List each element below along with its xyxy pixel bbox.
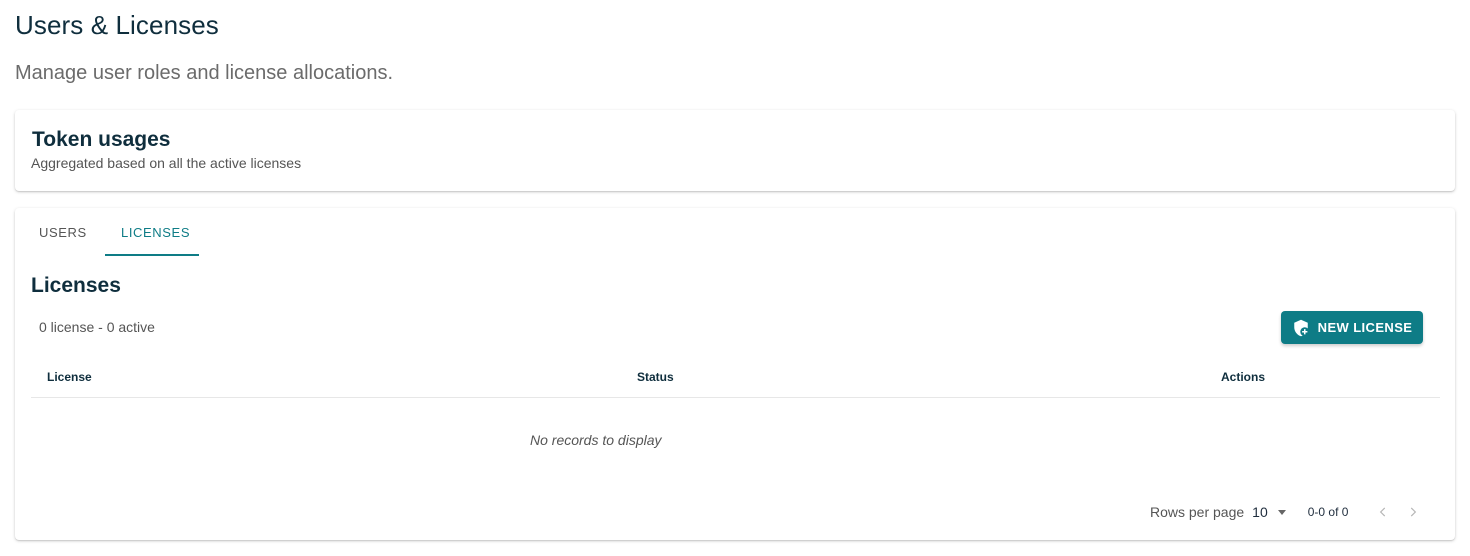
rows-per-page-label: Rows per page (1150, 504, 1245, 520)
column-header-actions: Actions (1221, 370, 1266, 384)
licenses-card: USERS LICENSES Licenses 0 license - 0 ac… (15, 208, 1455, 540)
token-usages-card: Token usages Aggregated based on all the… (15, 110, 1455, 191)
pagination: Rows per page 10 0-0 of 0 (1150, 502, 1432, 522)
tab-bar: USERS LICENSES (15, 208, 199, 256)
new-license-label: NEW LICENSE (1317, 320, 1413, 335)
rows-per-page-value: 10 (1252, 504, 1268, 520)
previous-page-button[interactable] (1372, 501, 1394, 523)
license-count: 0 license - 0 active (39, 319, 155, 335)
rows-per-page-select[interactable]: 10 (1252, 504, 1286, 520)
empty-table-message: No records to display (530, 432, 662, 448)
licenses-title: Licenses (31, 274, 121, 297)
next-page-button[interactable] (1402, 501, 1424, 523)
table-header: License Status Actions (31, 358, 1440, 398)
new-license-button[interactable]: NEW LICENSE (1281, 311, 1423, 344)
pagination-range: 0-0 of 0 (1307, 505, 1349, 519)
token-usages-title: Token usages (32, 128, 171, 151)
column-header-status[interactable]: Status (637, 370, 674, 384)
tab-licenses[interactable]: LICENSES (105, 208, 199, 256)
chevron-right-icon (1411, 507, 1417, 517)
chevron-down-icon (1277, 509, 1286, 515)
page-subtitle: Manage user roles and license allocation… (15, 62, 393, 84)
users-licenses-page: Users & Licenses Manage user roles and l… (0, 0, 1470, 556)
shield-plus-icon (1292, 319, 1310, 337)
page-title: Users & Licenses (15, 10, 219, 40)
token-usages-subtitle: Aggregated based on all the active licen… (31, 155, 302, 171)
column-header-license[interactable]: License (47, 370, 92, 384)
chevron-left-icon (1380, 507, 1386, 517)
tab-users[interactable]: USERS (15, 208, 105, 256)
